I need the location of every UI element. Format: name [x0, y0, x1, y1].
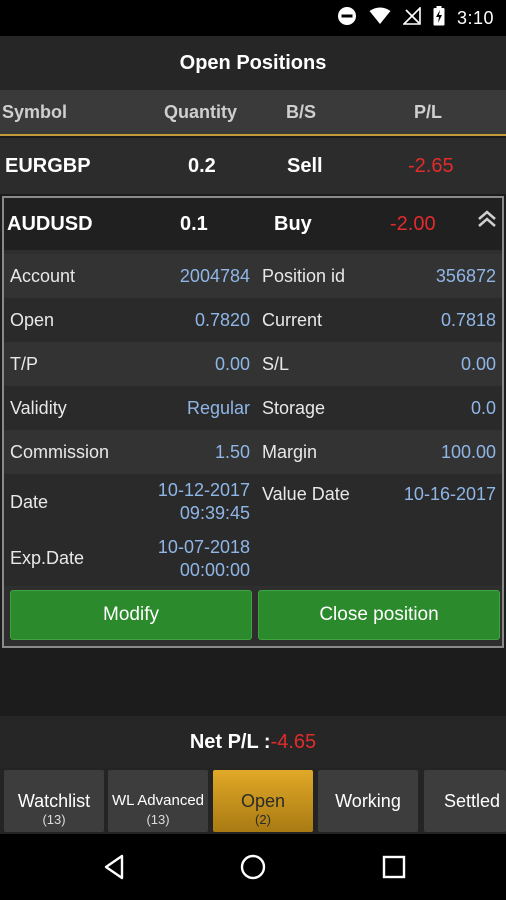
column-header: Symbol Quantity B/S P/L — [0, 90, 506, 136]
account-label: Account — [10, 266, 76, 286]
page-title: Open Positions — [179, 51, 327, 74]
current-label: Current — [262, 310, 323, 330]
detail-row-date: Date 10-12-2017 09:39:45 Value Date 10-1… — [4, 474, 502, 532]
net-pl: Net P/L : -4.65 — [0, 716, 506, 768]
exp-date-label: Exp.Date — [10, 548, 85, 568]
validity-label: Validity — [10, 398, 67, 418]
recents-icon[interactable] — [378, 851, 410, 883]
exp-date-value-time: 00:00:00 — [179, 560, 250, 580]
net-pl-value: -4.65 — [270, 730, 317, 753]
expanded-position: AUDUSD 0.1 Buy -2.00 Account 2004784 Pos… — [2, 196, 504, 648]
position-row[interactable]: AUDUSD 0.1 Buy -2.00 — [4, 198, 502, 250]
position-quantity: 0.1 — [180, 213, 208, 235]
value-date-label: Value Date — [262, 484, 350, 504]
account-value: 2004784 — [179, 266, 250, 286]
commission-label: Commission — [10, 442, 110, 462]
open-label: Open — [10, 310, 55, 330]
commission-value: 1.50 — [214, 442, 250, 462]
storage-label: Storage — [262, 398, 326, 418]
position-pl: -2.00 — [390, 213, 436, 235]
dnd-icon — [337, 6, 357, 31]
storage-value: 0.0 — [470, 398, 496, 418]
sl-value: 0.00 — [460, 354, 496, 374]
tp-label: T/P — [10, 354, 39, 374]
tab-working[interactable]: Working — [318, 770, 418, 832]
value-date-value: 10-16-2017 — [403, 484, 496, 504]
tab-label: WL Advanced — [112, 792, 204, 809]
column-quantity[interactable]: Quantity — [164, 90, 237, 134]
exp-date-value-date: 10-07-2018 — [157, 537, 250, 557]
chevron-up-icon[interactable] — [476, 198, 498, 250]
position-quantity: 0.2 — [188, 155, 216, 177]
column-symbol[interactable]: Symbol — [2, 90, 67, 134]
tab-open[interactable]: Open (2) — [213, 770, 313, 832]
tab-settled[interactable]: Settled — [424, 770, 506, 832]
position-symbol: EURGBP — [5, 155, 91, 177]
tab-label: Open — [240, 791, 286, 811]
close-position-button[interactable]: Close position — [258, 590, 500, 640]
battery-charging-icon — [433, 5, 445, 31]
title-bar: Open Positions — [0, 36, 506, 90]
date-value-time: 09:39:45 — [179, 503, 250, 523]
open-value: 0.7820 — [194, 310, 250, 330]
position-side: Buy — [274, 213, 312, 235]
tab-wl-advanced[interactable]: WL Advanced (13) — [108, 770, 208, 832]
sl-label: S/L — [262, 354, 290, 374]
tab-label: Working — [335, 791, 401, 811]
margin-value: 100.00 — [440, 442, 496, 462]
status-time: 3:10 — [456, 7, 494, 28]
wifi-icon — [369, 7, 391, 30]
detail-row-open: Open 0.7820 Current 0.7818 — [4, 298, 502, 342]
home-icon[interactable] — [237, 851, 269, 883]
position-side: Sell — [287, 155, 323, 177]
tab-label: Watchlist — [17, 791, 91, 811]
tab-count: (13) — [146, 812, 170, 827]
date-label: Date — [10, 492, 49, 512]
detail-row-commission: Commission 1.50 Margin 100.00 — [4, 430, 502, 474]
modify-button[interactable]: Modify — [10, 590, 252, 640]
validity-value: Regular — [186, 398, 250, 418]
date-value-date: 10-12-2017 — [157, 480, 250, 500]
tab-count: (2) — [255, 812, 271, 827]
navigation-bar — [0, 834, 506, 900]
tab-watchlist[interactable]: Watchlist (13) — [4, 770, 104, 832]
detail-row-exp-date: Exp.Date 10-07-2018 00:00:00 — [4, 532, 502, 586]
position-symbol: AUDUSD — [7, 213, 93, 235]
position-row[interactable]: EURGBP 0.2 Sell -2.65 — [0, 138, 506, 194]
bottom-tabs: Watchlist (13) WL Advanced (13) Open (2)… — [0, 768, 506, 834]
column-pl[interactable]: P/L — [414, 90, 442, 134]
net-pl-label: Net P/L : — [189, 730, 271, 753]
position-pl: -2.65 — [408, 155, 454, 177]
current-value: 0.7818 — [440, 310, 496, 330]
detail-row-account: Account 2004784 Position id 356872 — [4, 254, 502, 298]
column-bs[interactable]: B/S — [286, 90, 316, 134]
detail-row-validity: Validity Regular Storage 0.0 — [4, 386, 502, 430]
position-id-label: Position id — [262, 266, 346, 286]
detail-row-tp: T/P 0.00 S/L 0.00 — [4, 342, 502, 386]
tp-value: 0.00 — [214, 354, 250, 374]
status-bar: 3:10 — [0, 0, 506, 36]
no-signal-icon — [402, 5, 421, 30]
position-id-value: 356872 — [435, 266, 496, 286]
tab-label: Settled — [444, 791, 501, 811]
tab-count: (13) — [42, 812, 66, 827]
margin-label: Margin — [262, 442, 318, 462]
back-icon[interactable] — [98, 851, 130, 883]
